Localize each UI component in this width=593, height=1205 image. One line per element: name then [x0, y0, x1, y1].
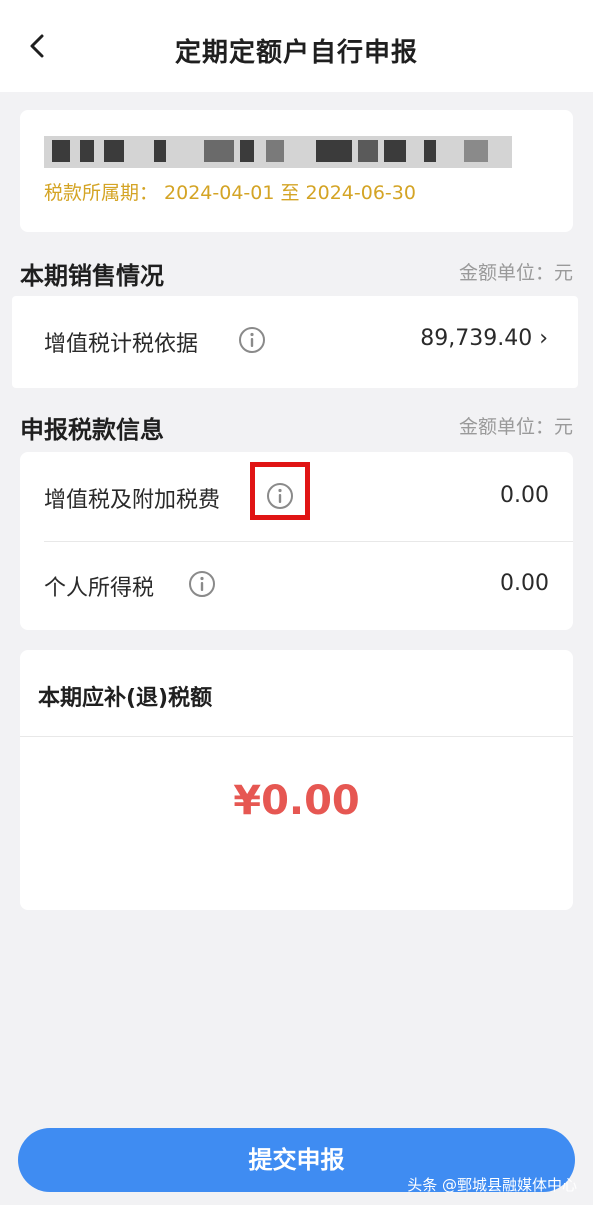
sales-section-title: 本期销售情况 — [20, 262, 164, 290]
vat-basis-amount: 89,739.40 — [420, 326, 533, 351]
declaration-unit-label: 金额单位：元 — [458, 416, 573, 438]
tax-due-divider — [20, 736, 573, 737]
redacted-taxpayer-name — [44, 136, 512, 168]
vat-basis-label: 增值税计税依据 — [44, 332, 199, 357]
personal-income-tax-value: 0.00 — [500, 571, 549, 596]
declaration-section-title: 申报税款信息 — [20, 416, 164, 444]
tax-due-title: 本期应补(退)税额 — [38, 686, 213, 711]
vat-surcharge-label: 增值税及附加税费 — [44, 488, 221, 513]
page-title: 定期定额户自行申报 — [174, 38, 418, 68]
vat-basis-value: 89,739.40 › — [420, 326, 548, 351]
personal-income-tax-label: 个人所得税 — [44, 576, 155, 601]
info-icon[interactable] — [238, 326, 266, 354]
vat-surcharge-value: 0.00 — [500, 483, 549, 508]
highlight-box — [250, 462, 310, 520]
sales-unit-label: 金额单位：元 — [458, 262, 573, 284]
vat-basis-row[interactable]: 增值税计税依据 89,739.40 › — [12, 296, 578, 388]
nav-bar: 定期定额户自行申报 — [0, 0, 593, 92]
row-divider — [44, 541, 573, 542]
taxpayer-card — [20, 110, 573, 232]
watermark: 头条 @鄄城县融媒体中心 — [407, 1176, 577, 1194]
info-icon[interactable] — [188, 570, 216, 598]
tax-due-amount: ¥0.00 — [233, 778, 360, 824]
tax-period: 税款所属期： 2024-04-01 至 2024-06-30 — [44, 182, 416, 204]
chevron-right-icon: › — [539, 326, 548, 351]
